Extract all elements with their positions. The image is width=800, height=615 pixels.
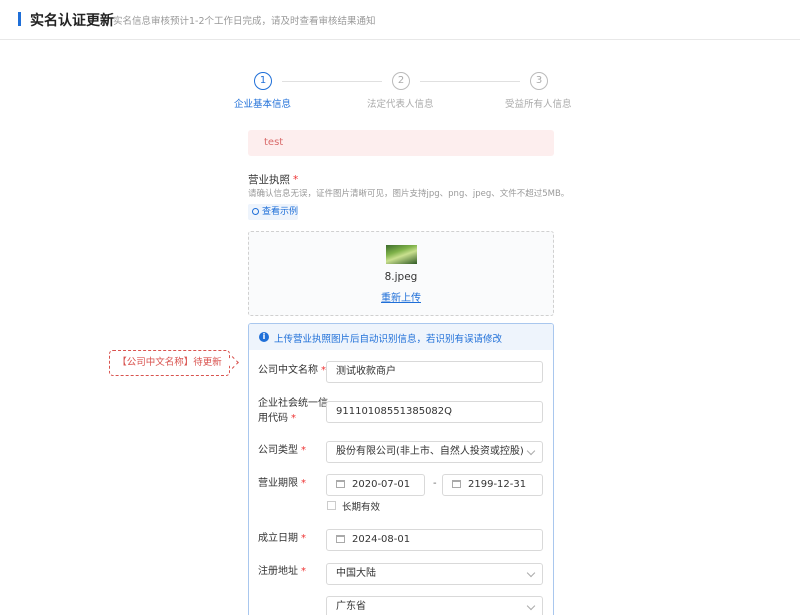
- ocr-info-bar: i 上传营业执照图片后自动识别信息，若识别有误请修改: [249, 324, 553, 350]
- address-label: 注册地址 *: [258, 566, 306, 577]
- step-2-indicator: 2: [392, 72, 410, 90]
- uploaded-file-name: 8.jpeg: [384, 271, 418, 283]
- page-header: 实名认证更新 实名信息审核预计1-2个工作日完成，请及时查看审核结果通知: [0, 0, 800, 40]
- step-2-label: 法定代表人信息: [367, 99, 434, 110]
- license-upload-area[interactable]: 8.jpeg 重新上传: [248, 231, 554, 316]
- page-title: 实名认证更新: [30, 13, 114, 29]
- pending-update-callout: 【公司中文名称】待更新: [109, 350, 230, 376]
- business-term-label: 营业期限 *: [258, 478, 306, 489]
- license-hint: 请确认信息无误，证件图片清晰可见，图片支持jpg、png、jpeg、文件不超过5…: [248, 189, 570, 199]
- page-subtitle: 实名信息审核预计1-2个工作日完成，请及时查看审核结果通知: [113, 16, 376, 27]
- step-3-label: 受益所有人信息: [505, 99, 572, 110]
- chevron-down-icon: [526, 601, 536, 611]
- step-connector: [282, 81, 382, 82]
- established-date-label: 成立日期 *: [258, 533, 306, 544]
- license-image-thumbnail[interactable]: [386, 245, 417, 264]
- credit-code-label: 企业社会统一信 用代码 *: [258, 398, 328, 424]
- country-select[interactable]: 中国大陆: [326, 563, 543, 585]
- calendar-icon: [336, 480, 345, 488]
- ocr-info-text: 上传营业执照图片后自动识别信息，若识别有误请修改: [274, 334, 503, 345]
- search-icon: [252, 208, 259, 215]
- step-3-indicator: 3: [530, 72, 548, 90]
- company-info-form: i 上传营业执照图片后自动识别信息，若识别有误请修改 公司中文名称 * 测试收款商…: [248, 323, 554, 615]
- chevron-down-icon: [526, 446, 536, 456]
- chevron-down-icon: [526, 568, 536, 578]
- license-title: 营业执照 *: [248, 174, 299, 186]
- company-name-input[interactable]: 测试收款商户: [326, 361, 543, 383]
- step-connector: [420, 81, 520, 82]
- long-term-label: 长期有效: [342, 502, 381, 513]
- step-1-label: 企业基本信息: [234, 99, 292, 110]
- company-type-select[interactable]: 股份有限公司(非上市、自然人投资或控股): [326, 441, 543, 463]
- company-type-label: 公司类型 *: [258, 445, 306, 456]
- term-start-date-picker[interactable]: 2020-07-01: [326, 474, 425, 496]
- calendar-icon: [452, 480, 461, 488]
- company-name-label: 公司中文名称 *: [258, 365, 326, 376]
- calendar-icon: [336, 535, 345, 543]
- error-alert: test: [248, 130, 554, 156]
- credit-code-input[interactable]: 91110108551385082Q: [326, 401, 543, 423]
- reupload-link[interactable]: 重新上传: [249, 289, 553, 304]
- info-icon: i: [259, 332, 269, 342]
- established-date-picker[interactable]: 2024-08-01: [326, 529, 543, 551]
- required-mark: *: [293, 174, 299, 186]
- date-range-separator: -: [433, 478, 437, 489]
- term-end-date-picker[interactable]: 2199-12-31: [442, 474, 543, 496]
- long-term-checkbox[interactable]: [327, 501, 336, 510]
- step-1-indicator: 1: [254, 72, 272, 90]
- progress-steps: 1 2 3 企业基本信息 法定代表人信息 受益所有人信息: [230, 72, 575, 112]
- view-example-button[interactable]: 查看示例: [248, 204, 298, 220]
- title-accent-bar: [18, 12, 21, 26]
- province-select[interactable]: 广东省: [326, 596, 543, 615]
